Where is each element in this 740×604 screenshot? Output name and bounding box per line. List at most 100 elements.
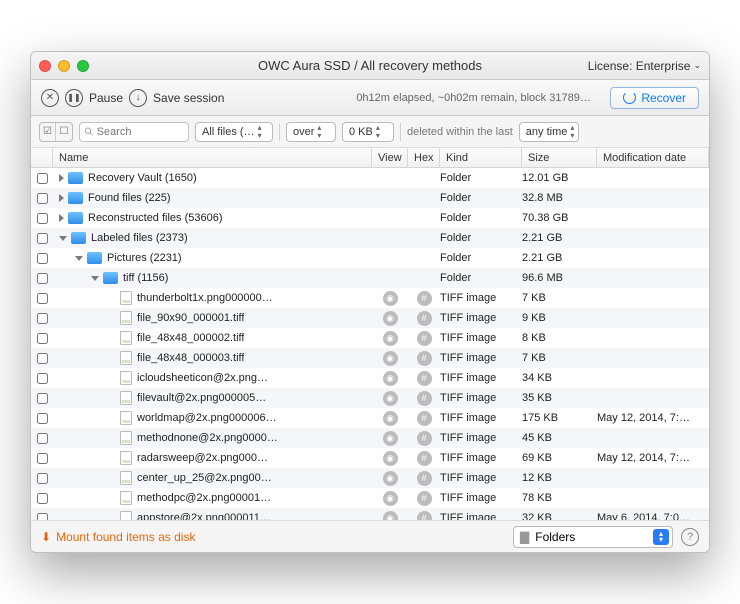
preview-icon[interactable]: ◉ — [383, 431, 398, 446]
row-checkbox[interactable] — [37, 193, 48, 204]
hex-icon[interactable]: # — [417, 351, 432, 366]
disclosure-triangle[interactable] — [59, 236, 67, 241]
save-session-button[interactable]: ↓ — [129, 89, 147, 107]
checked-filter-icon[interactable]: ☑ — [40, 123, 56, 141]
disclosure-triangle[interactable] — [59, 214, 64, 222]
pause-button[interactable]: ❚❚ — [65, 89, 83, 107]
row-checkbox[interactable] — [37, 333, 48, 344]
disclosure-triangle[interactable] — [59, 194, 64, 202]
minimize-window-button[interactable] — [58, 60, 70, 72]
row-checkbox[interactable] — [37, 173, 48, 184]
hex-icon[interactable]: # — [417, 431, 432, 446]
size-value-filter[interactable]: 0 KB ▴▾ — [342, 122, 394, 142]
view-mode-selector[interactable]: ▇ Folders ▴▾ — [513, 526, 673, 548]
preview-icon[interactable]: ◉ — [383, 471, 398, 486]
row-checkbox[interactable] — [37, 353, 48, 364]
recover-button[interactable]: Recover — [610, 87, 699, 109]
table-row[interactable]: appstore@2x.png000011…◉#TIFF image32 KBM… — [31, 508, 709, 520]
column-hex[interactable]: Hex — [408, 148, 440, 167]
preview-icon[interactable]: ◉ — [383, 391, 398, 406]
hex-icon[interactable]: # — [417, 291, 432, 306]
preview-icon[interactable]: ◉ — [383, 511, 398, 521]
preview-icon[interactable]: ◉ — [383, 371, 398, 386]
close-window-button[interactable] — [39, 60, 51, 72]
table-row[interactable]: center_up_25@2x.png00…◉#TIFF image12 KB — [31, 468, 709, 488]
table-row[interactable]: methodnone@2x.png0000…◉#TIFF image45 KB — [31, 428, 709, 448]
column-name[interactable]: Name — [53, 148, 372, 167]
row-checkbox[interactable] — [37, 373, 48, 384]
help-button[interactable]: ? — [681, 528, 699, 546]
row-checkbox[interactable] — [37, 233, 48, 244]
row-checkbox[interactable] — [37, 413, 48, 424]
file-name: tiff (1156) — [123, 272, 168, 284]
column-date[interactable]: Modification date — [597, 148, 709, 167]
preview-icon[interactable]: ◉ — [383, 451, 398, 466]
row-checkbox[interactable] — [37, 473, 48, 484]
preview-icon[interactable]: ◉ — [383, 291, 398, 306]
hex-icon[interactable]: # — [417, 451, 432, 466]
table-row[interactable]: file_90x90_000001.tiff◉#TIFF image9 KB — [31, 308, 709, 328]
column-size[interactable]: Size — [522, 148, 597, 167]
row-checkbox[interactable] — [37, 313, 48, 324]
mount-disk-button[interactable]: ⬇ Mount found items as disk — [41, 530, 195, 544]
table-row[interactable]: Recovery Vault (1650)Folder12.01 GB — [31, 168, 709, 188]
disclosure-triangle[interactable] — [59, 174, 64, 182]
size-cell: 70.38 GB — [522, 212, 597, 224]
preview-icon[interactable]: ◉ — [383, 311, 398, 326]
table-row[interactable]: Reconstructed files (53606)Folder70.38 G… — [31, 208, 709, 228]
recover-icon — [623, 91, 636, 104]
hex-icon[interactable]: # — [417, 391, 432, 406]
row-checkbox[interactable] — [37, 453, 48, 464]
row-checkbox[interactable] — [37, 433, 48, 444]
file-name: center_up_25@2x.png00… — [137, 472, 272, 484]
disclosure-triangle[interactable] — [91, 276, 99, 281]
hex-icon[interactable]: # — [417, 411, 432, 426]
license-menu[interactable]: License: Enterprise ⌄ — [588, 59, 701, 73]
row-checkbox[interactable] — [37, 393, 48, 404]
preview-icon[interactable]: ◉ — [383, 331, 398, 346]
table-row[interactable]: filevault@2x.png000005…◉#TIFF image35 KB — [31, 388, 709, 408]
column-kind[interactable]: Kind — [440, 148, 522, 167]
table-row[interactable]: worldmap@2x.png000006…◉#TIFF image175 KB… — [31, 408, 709, 428]
table-row[interactable]: thunderbolt1x.png000000…◉#TIFF image7 KB — [31, 288, 709, 308]
size-operator-filter[interactable]: over ▴▾ — [286, 122, 336, 142]
hex-icon[interactable]: # — [417, 311, 432, 326]
folder-icon — [87, 252, 102, 264]
hex-icon[interactable]: # — [417, 371, 432, 386]
table-row[interactable]: Found files (225)Folder32.8 MB — [31, 188, 709, 208]
hex-icon[interactable]: # — [417, 511, 432, 521]
table-row[interactable]: file_48x48_000002.tiff◉#TIFF image8 KB — [31, 328, 709, 348]
search-input[interactable] — [79, 122, 189, 142]
row-checkbox[interactable] — [37, 253, 48, 264]
titlebar[interactable]: OWC Aura SSD / All recovery methods Lice… — [31, 52, 709, 80]
hex-icon[interactable]: # — [417, 331, 432, 346]
row-checkbox[interactable] — [37, 513, 48, 521]
preview-icon[interactable]: ◉ — [383, 351, 398, 366]
checkbox-filter-segment[interactable]: ☑ ☐ — [39, 122, 73, 142]
row-checkbox[interactable] — [37, 293, 48, 304]
time-filter[interactable]: any time ▴▾ — [519, 122, 580, 142]
row-checkbox[interactable] — [37, 213, 48, 224]
table-row[interactable]: Labeled files (2373)Folder2.21 GB — [31, 228, 709, 248]
row-checkbox[interactable] — [37, 493, 48, 504]
table-row[interactable]: file_48x48_000003.tiff◉#TIFF image7 KB — [31, 348, 709, 368]
size-cell: 78 KB — [522, 492, 597, 504]
unchecked-filter-icon[interactable]: ☐ — [56, 123, 72, 141]
preview-icon[interactable]: ◉ — [383, 491, 398, 506]
table-row[interactable]: icloudsheeticon@2x.png…◉#TIFF image34 KB — [31, 368, 709, 388]
table-row[interactable]: radarsweep@2x.png000…◉#TIFF image69 KBMa… — [31, 448, 709, 468]
disclosure-triangle[interactable] — [75, 256, 83, 261]
zoom-window-button[interactable] — [77, 60, 89, 72]
table-row[interactable]: methodpc@2x.png00001…◉#TIFF image78 KB — [31, 488, 709, 508]
column-checkbox[interactable] — [31, 148, 53, 167]
table-row[interactable]: tiff (1156)Folder96.6 MB — [31, 268, 709, 288]
hex-icon[interactable]: # — [417, 471, 432, 486]
preview-icon[interactable]: ◉ — [383, 411, 398, 426]
hex-icon[interactable]: # — [417, 491, 432, 506]
file-list[interactable]: Recovery Vault (1650)Folder12.01 GBFound… — [31, 168, 709, 520]
column-view[interactable]: View — [372, 148, 408, 167]
table-row[interactable]: Pictures (2231)Folder2.21 GB — [31, 248, 709, 268]
row-checkbox[interactable] — [37, 273, 48, 284]
file-type-filter[interactable]: All files (… ▴▾ — [195, 122, 273, 142]
stop-button[interactable]: ✕ — [41, 89, 59, 107]
